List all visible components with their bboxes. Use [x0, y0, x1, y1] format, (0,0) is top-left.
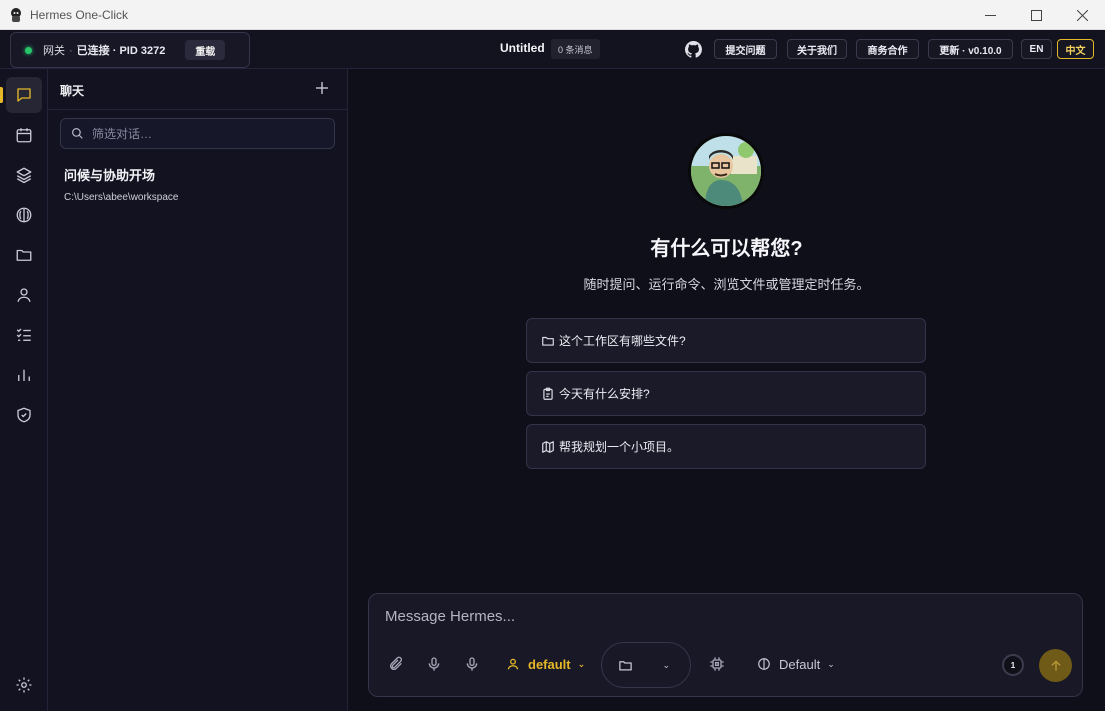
context-counter: 1	[1002, 654, 1024, 676]
gateway-status: 网关 · 已连接 · PID 3272 重载	[10, 32, 250, 68]
send-button[interactable]	[1039, 649, 1072, 682]
layers-icon	[16, 167, 32, 184]
active-indicator	[0, 87, 3, 103]
maximize-icon	[1030, 9, 1042, 21]
rail-chat[interactable]	[0, 77, 42, 113]
about-button[interactable]: 关于我们	[787, 39, 847, 59]
sidebar-title: 聊天	[60, 84, 85, 98]
conversation-path: C:\Users\abee\workspace	[64, 192, 179, 203]
app-logo-icon	[8, 7, 24, 23]
microphone-icon	[428, 657, 440, 671]
chevron-down-icon: ⌄	[662, 659, 670, 670]
minimize-icon	[984, 14, 996, 16]
new-chat-button[interactable]	[314, 80, 330, 96]
clipboard-icon	[543, 387, 553, 400]
hero-title: 有什么可以帮您?	[650, 238, 803, 260]
tools-button[interactable]	[708, 655, 726, 673]
business-button[interactable]: 商务合作	[856, 39, 919, 59]
window-title: Hermes One-Click	[30, 7, 129, 22]
profile-value: default	[528, 656, 571, 672]
bar-chart-icon	[18, 369, 30, 381]
chat-icon	[17, 88, 31, 102]
suggestion-files[interactable]: 这个工作区有哪些文件?	[526, 318, 926, 363]
folder-selector[interactable]: ⌄	[601, 642, 691, 688]
calendar-icon	[16, 128, 32, 143]
title-bar: Hermes One-Click	[0, 0, 1105, 30]
gear-icon	[16, 677, 32, 693]
report-issue-button[interactable]: 提交问题	[714, 39, 777, 59]
assistant-avatar	[688, 133, 764, 209]
suggestion-schedule[interactable]: 今天有什么安排?	[526, 371, 926, 416]
document-title: Untitled	[500, 41, 545, 55]
minimize-button[interactable]	[967, 0, 1013, 30]
arrow-up-icon	[1050, 659, 1061, 671]
rail-stats[interactable]	[6, 357, 42, 393]
chat-sidebar: 聊天 问候与协助开场 C:\Users\abee\workspace	[48, 69, 348, 711]
folder-icon	[16, 249, 32, 261]
close-button[interactable]	[1059, 0, 1105, 30]
dictation-button[interactable]	[463, 655, 481, 673]
suggestion-label: 帮我规划一个小项目。	[559, 440, 680, 454]
conversation-item[interactable]: 问候与协助开场 C:\Users\abee\workspace	[60, 165, 336, 203]
profile-selector[interactable]: default ⌄	[506, 655, 585, 673]
gateway-status-text: 已连接 · PID 3272	[76, 45, 166, 57]
rail-security[interactable]	[6, 397, 42, 433]
rail-brain[interactable]	[6, 197, 42, 233]
folder-icon	[619, 660, 632, 670]
main-panel: 有什么可以帮您? 随时提问、运行命令、浏览文件或管理定时任务。 这个工作区有哪些…	[348, 69, 1105, 711]
attach-button[interactable]	[387, 655, 405, 673]
chip-icon	[710, 657, 724, 671]
rail-settings[interactable]	[6, 667, 42, 703]
message-count-badge: 0 条消息	[551, 39, 600, 59]
top-header: 网关 · 已连接 · PID 3272 重载 Untitled 0 条消息 提交问题…	[0, 30, 1105, 69]
model-selector[interactable]: Default ⌄	[757, 655, 835, 673]
gateway-label: 网关	[43, 45, 65, 57]
message-composer: default ⌄ ⌄ Default ⌄ 1	[368, 593, 1083, 697]
chevron-down-icon: ⌄	[827, 658, 835, 669]
rail-files[interactable]	[6, 237, 42, 273]
update-button[interactable]: 更新 · v0.10.0	[928, 39, 1013, 59]
rail-calendar[interactable]	[6, 117, 42, 153]
microphone-icon	[466, 657, 478, 671]
github-icon[interactable]	[685, 41, 702, 58]
voice-button[interactable]	[425, 655, 443, 673]
brain-icon	[16, 207, 32, 223]
divider	[48, 109, 348, 110]
user-icon	[507, 658, 519, 670]
chevron-down-icon: ⌄	[577, 658, 586, 669]
paperclip-icon	[390, 656, 402, 670]
assistant-avatar-image	[691, 136, 761, 206]
rail-profile[interactable]	[6, 277, 42, 313]
hero-subtitle: 随时提问、运行命令、浏览文件或管理定时任务。	[583, 277, 870, 292]
suggestion-label: 今天有什么安排?	[559, 387, 650, 401]
rail-tasks[interactable]	[6, 317, 42, 353]
suggestion-plan[interactable]: 帮我规划一个小项目。	[526, 424, 926, 469]
shield-icon	[17, 407, 31, 423]
lang-zh-button[interactable]: 中文	[1057, 39, 1094, 59]
search-icon	[72, 128, 83, 139]
conversation-title: 问候与协助开场	[64, 168, 156, 183]
nav-rail	[0, 69, 48, 711]
search-input[interactable]	[92, 126, 312, 141]
restart-button[interactable]: 重载	[185, 40, 226, 60]
checklist-icon	[16, 328, 31, 341]
model-value: Default	[779, 656, 821, 672]
close-icon	[1076, 9, 1088, 21]
lang-en-button[interactable]: EN	[1021, 39, 1052, 59]
plus-icon	[316, 82, 328, 94]
rail-layers[interactable]	[6, 157, 42, 193]
status-dot	[25, 46, 32, 54]
map-icon	[542, 440, 554, 453]
user-icon	[17, 288, 31, 302]
folder-icon	[542, 336, 554, 346]
maximize-button[interactable]	[1013, 0, 1059, 30]
search-box	[60, 118, 335, 149]
brain-icon	[758, 658, 770, 670]
suggestion-label: 这个工作区有哪些文件?	[559, 334, 686, 348]
message-input[interactable]	[385, 608, 985, 630]
